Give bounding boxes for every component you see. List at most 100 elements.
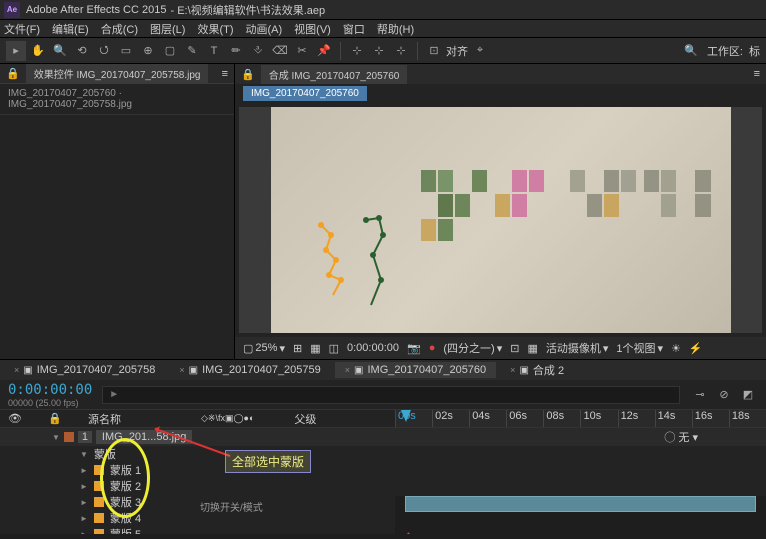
effect-controls-tab[interactable]: 效果控件 IMG_20170407_205758.jpg	[26, 64, 209, 83]
mask-color-icon[interactable]	[94, 529, 104, 534]
clone-tool-icon[interactable]: ⎀	[248, 41, 268, 61]
panel-lock-icon[interactable]: 🔒	[241, 68, 255, 81]
mask-color-icon[interactable]	[94, 513, 104, 523]
panel-menu-icon[interactable]: ≡	[222, 68, 228, 80]
transparency-icon[interactable]: ▦	[310, 342, 320, 355]
rotate-tool-icon[interactable]: ⭯	[94, 41, 114, 61]
selection-tool-icon[interactable]: ▸	[6, 41, 26, 61]
toolbar: ▸ ✋ 🔍 ⟲ ⭯ ▭ ⊕ ▢ ✎ T ✏ ⎀ ⌫ ✂ 📌 ⊹ ⊹ ⊹ ⊡ 对齐…	[0, 38, 766, 64]
shape-tool-icon[interactable]: ▢	[160, 41, 180, 61]
axis-local-icon[interactable]: ⊹	[347, 41, 367, 61]
timeline-tab-2[interactable]: ×▣ IMG_20170407_205759	[169, 362, 330, 378]
layer-bar[interactable]	[405, 496, 756, 512]
annotation-label: 全部选中蒙版	[225, 450, 311, 473]
menu-window[interactable]: 窗口	[343, 21, 365, 37]
eraser-tool-icon[interactable]: ⌫	[270, 41, 290, 61]
layer-row[interactable]: ▼ 1 IMG_201...58.jpg ◯ 无 ▾	[0, 428, 766, 446]
hand-tool-icon[interactable]: ✋	[28, 41, 48, 61]
titlebar: Ae Adobe After Effects CC 2015 - E:\视频编辑…	[0, 0, 766, 20]
composition-panel: 🔒 合成 IMG_20170407_205760 ≡ IMG_20170407_…	[235, 64, 766, 359]
align-label[interactable]: 对齐	[446, 43, 468, 59]
timeline-tab-4[interactable]: ×▣ 合成 2	[500, 360, 574, 380]
search-icon[interactable]: 🔍	[681, 41, 701, 61]
roi-icon[interactable]: ⊡	[510, 342, 519, 355]
app-title: Adobe After Effects CC 2015	[26, 4, 166, 16]
camera-dropdown[interactable]: 活动摄像机 ▾	[546, 340, 609, 356]
zoom-dropdown[interactable]: ▢ 25% ▾	[243, 342, 285, 355]
mask-item[interactable]: ►蒙版 2	[0, 478, 766, 494]
file-path: - E:\视频编辑软件\书法效果.aep	[170, 2, 325, 18]
channel-icon[interactable]: ●	[429, 342, 436, 354]
menu-view[interactable]: 视图(V)	[294, 21, 331, 37]
snapping-icon[interactable]: ⌖	[470, 41, 490, 61]
time-ruler[interactable]: 00s 02s 04s 06s 08s 10s 12s 14s 16s 18s	[395, 410, 766, 428]
layer-list: ▼ 1 IMG_201...58.jpg ◯ 无 ▾ ▼蒙版 ►蒙版 1 ►蒙版…	[0, 428, 766, 534]
shy-icon[interactable]: ⊸	[690, 385, 710, 405]
grid-icon[interactable]: ▦	[527, 342, 537, 355]
current-time[interactable]: 0:00:00:00	[347, 342, 399, 354]
preview-viewport[interactable]	[239, 107, 762, 333]
effect-controls-panel: 🔒 效果控件 IMG_20170407_205758.jpg ≡ IMG_201…	[0, 64, 235, 359]
preview-controls: ▢ 25% ▾ ⊞ ▦ ◫ 0:00:00:00 📷 ● (四分之一) ▾ ⊡ …	[235, 337, 766, 359]
anchor-tool-icon[interactable]: ⊕	[138, 41, 158, 61]
puppet-tool-icon[interactable]: 📌	[314, 41, 334, 61]
mask-color-icon[interactable]	[94, 481, 104, 491]
orbit-tool-icon[interactable]: ⟲	[72, 41, 92, 61]
menu-file[interactable]: 文件(F)	[4, 21, 40, 37]
timeline-search[interactable]	[102, 386, 680, 404]
axis-view-icon[interactable]: ⊹	[391, 41, 411, 61]
fps-display: 00000 (25.00 fps)	[8, 398, 92, 408]
menu-animation[interactable]: 动画(A)	[246, 21, 283, 37]
eye-column-icon[interactable]: 👁	[8, 412, 28, 425]
menu-effect[interactable]: 效果(T)	[197, 21, 233, 37]
brush-tool-icon[interactable]: ✏	[226, 41, 246, 61]
snap-icon[interactable]: ⊡	[424, 41, 444, 61]
layer-number: 1	[78, 431, 92, 443]
layer-color-icon[interactable]	[64, 432, 74, 442]
motion-blur-icon[interactable]: ⊘	[714, 385, 734, 405]
comp-tab-1[interactable]: 合成 IMG_20170407_205760	[261, 65, 408, 84]
comp-tab-2[interactable]: IMG_20170407_205760	[243, 86, 367, 101]
text-tool-icon[interactable]: T	[204, 41, 224, 61]
mask-toggle-icon[interactable]: ◫	[329, 342, 339, 355]
mask-group[interactable]: ▼蒙版	[0, 446, 766, 462]
toggle-switches-button[interactable]: 切换开关/模式	[200, 499, 263, 514]
parent-dropdown[interactable]: ◯ 无 ▾	[664, 429, 698, 445]
mask-color-icon[interactable]	[94, 497, 104, 507]
panel-menu-icon[interactable]: ≡	[754, 68, 760, 80]
exposure-icon[interactable]: ☀	[671, 342, 681, 355]
switches-header: ◇※\fx▣◯●◐	[201, 413, 254, 424]
res-full-icon[interactable]: ⊞	[293, 342, 302, 355]
menu-composition[interactable]: 合成(C)	[101, 21, 138, 37]
views-dropdown[interactable]: 1个视图 ▾	[616, 340, 663, 356]
graph-editor-icon[interactable]: ◩	[738, 385, 758, 405]
app-logo-icon: Ae	[4, 2, 20, 18]
keyframe-icon[interactable]	[404, 533, 414, 534]
track-area[interactable]	[395, 496, 766, 534]
timeline-panel: ×▣ IMG_20170407_205758 ×▣ IMG_20170407_2…	[0, 359, 766, 534]
snapshot-icon[interactable]: 📷	[407, 342, 421, 355]
timeline-tab-3[interactable]: ×▣ IMG_20170407_205760	[335, 362, 496, 378]
parent-header: 父级	[294, 411, 316, 427]
source-name-header[interactable]: 源名称	[88, 411, 121, 427]
resolution-dropdown[interactable]: (四分之一) ▾	[443, 340, 502, 356]
menu-help[interactable]: 帮助(H)	[377, 21, 414, 37]
panel-lock-icon[interactable]: 🔒	[6, 67, 20, 80]
roto-tool-icon[interactable]: ✂	[292, 41, 312, 61]
mask-color-icon[interactable]	[94, 465, 104, 475]
camera-tool-icon[interactable]: ▭	[116, 41, 136, 61]
workspace-label: 工作区:	[707, 43, 743, 59]
menu-layer[interactable]: 图层(L)	[150, 21, 185, 37]
fast-preview-icon[interactable]: ⚡	[689, 342, 703, 355]
menubar: 文件(F) 编辑(E) 合成(C) 图层(L) 效果(T) 动画(A) 视图(V…	[0, 20, 766, 38]
pen-tool-icon[interactable]: ✎	[182, 41, 202, 61]
effect-controls-breadcrumb: IMG_20170407_205760 · IMG_20170407_20575…	[0, 84, 234, 115]
workspace-value[interactable]: 标	[749, 43, 760, 59]
menu-edit[interactable]: 编辑(E)	[52, 21, 89, 37]
zoom-tool-icon[interactable]: 🔍	[50, 41, 70, 61]
lock-column-icon[interactable]: 🔒	[48, 412, 68, 425]
mask-item[interactable]: ►蒙版 1	[0, 462, 766, 478]
current-timecode[interactable]: 0:00:00:00	[8, 382, 92, 398]
timeline-tab-1[interactable]: ×▣ IMG_20170407_205758	[4, 362, 165, 378]
axis-world-icon[interactable]: ⊹	[369, 41, 389, 61]
